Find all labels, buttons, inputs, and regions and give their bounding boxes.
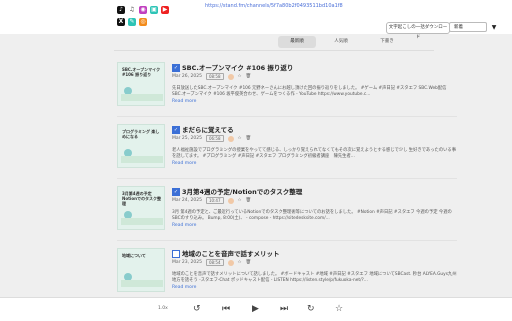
avatar-icon (227, 259, 234, 266)
read-more-link[interactable]: Read more (172, 285, 196, 290)
rss-icon[interactable]: ◎ (139, 18, 147, 26)
divider (117, 178, 457, 179)
episode-title-text[interactable]: SBC.オープンマイク #106 振り返り (182, 64, 293, 72)
episode-item: SBC.オープンマイク #106 振り返り ✓ SBC.オープンマイク #106 … (117, 62, 457, 112)
next-icon[interactable]: ⏭ (280, 303, 288, 315)
forward-icon[interactable]: ↻ (307, 303, 315, 315)
star-icon[interactable]: ☆ (335, 303, 343, 315)
checkbox-icon[interactable]: ✓ (172, 188, 180, 196)
episode-date: Mar 23, 2025 (172, 260, 202, 265)
star-icon[interactable]: ☆ (238, 260, 242, 265)
avatar-icon (227, 135, 234, 142)
read-more-link[interactable]: Read more (172, 161, 196, 166)
divider (117, 116, 457, 117)
episode-tabs: 最新順 人気順 下書き (262, 36, 412, 48)
episode-date: Mar 25, 2025 (172, 136, 202, 141)
sort-select[interactable]: 新着 (449, 22, 487, 32)
checkbox-icon[interactable]: ✓ (172, 126, 180, 134)
episode-description: 先日放送したSBC.オープンマイク #106 元野ネーさんにお越し頂けた回の振り… (172, 86, 447, 97)
channel-header: https://stand.fm/channels/5f7a80b2f04935… (0, 0, 512, 40)
star-icon[interactable]: ☆ (238, 136, 242, 141)
avatar-icon (227, 73, 234, 80)
music-icon[interactable]: ♫ (128, 6, 136, 14)
episode-thumbnail[interactable]: プログラミング 楽しめになる (117, 124, 165, 168)
youtube-icon[interactable]: ▶ (161, 6, 169, 14)
previous-icon[interactable]: ⏮ (222, 303, 230, 315)
episode-title-text[interactable]: 地域のことを音声で話すメリット (182, 250, 280, 258)
episode-description: 地域のことを音声で話すメリットについて話しました。 #ボードキャスト #地域 #… (172, 272, 457, 283)
trash-icon[interactable]: 🗑 (246, 260, 252, 265)
trash-icon[interactable]: 🗑 (246, 198, 252, 203)
thumbnail-band (121, 280, 163, 287)
episode-duration: 06:58 (205, 135, 224, 142)
audio-player: 1.0x ↺ ⏮ ▶ ⏭ ↻ ☆ (0, 297, 512, 321)
chevron-down-icon[interactable]: ▼ (489, 22, 499, 34)
episode-duration: 10:47 (205, 197, 224, 204)
episode-meta: Mar 24, 2025 10:47 ☆ 🗑 (172, 197, 251, 204)
episode-item: 地域について 地域のことを音声で話すメリット Mar 23, 2025 08:5… (117, 248, 457, 298)
episode-duration: 08:58 (205, 73, 224, 80)
episode-item: 3月第4週の予定 Notionでのタスク整理 ✓ 3月第4週の予定/Notionで… (117, 186, 457, 236)
episode-date: Mar 26, 2025 (172, 74, 202, 79)
channel-url[interactable]: https://stand.fm/channels/5f7a80b2f04935… (205, 3, 343, 9)
episode-thumbnail[interactable]: 3月第4週の予定 Notionでのタスク整理 (117, 186, 165, 230)
episode-thumbnail[interactable]: SBC.オープンマイク #106 振り返り (117, 62, 165, 106)
episode-title[interactable]: ✓ SBC.オープンマイク #106 振り返り (172, 62, 293, 72)
social-links-row1: ♪ ♫ ◉ ▣ ▶ (117, 6, 169, 14)
episode-date: Mar 24, 2025 (172, 198, 202, 203)
avatar-icon (227, 197, 234, 204)
read-more-link[interactable]: Read more (172, 223, 196, 228)
divider (114, 50, 434, 51)
trash-icon[interactable]: 🗑 (246, 136, 252, 141)
note-icon[interactable]: ✎ (128, 18, 136, 26)
episode-title[interactable]: ✓ まだらに覚えてる (172, 124, 234, 134)
episode-item: プログラミング 楽しめになる ✓ まだらに覚えてる Mar 25, 2025 06… (117, 124, 457, 174)
episode-meta: Mar 26, 2025 08:58 ☆ 🗑 (172, 73, 251, 80)
episode-duration: 08:54 (205, 259, 224, 266)
star-icon[interactable]: ☆ (238, 74, 242, 79)
episode-title-text[interactable]: 3月第4週の予定/Notionでのタスク整理 (182, 188, 302, 196)
checkbox-icon[interactable] (172, 250, 180, 258)
rewind-icon[interactable]: ↺ (193, 303, 201, 315)
thumbnail-band (121, 156, 163, 163)
episode-description: 3月 第4週の予定と、ご最近行っているNotionでのタスク整理術等についてのお… (172, 210, 452, 221)
podcast-icon[interactable]: ◉ (139, 6, 147, 14)
thumbnail-text: 3月第4週の予定 Notionでのタスク整理 (122, 191, 161, 206)
play-icon[interactable]: ▶ (252, 303, 259, 315)
tiktok-icon[interactable]: ♪ (117, 6, 125, 14)
tab-popular[interactable]: 人気順 (322, 36, 360, 48)
episode-thumbnail[interactable]: 地域について (117, 248, 165, 292)
episode-title[interactable]: 地域のことを音声で話すメリット (172, 248, 280, 258)
thumbnail-text: SBC.オープンマイク #106 振り返り (122, 67, 161, 77)
episode-meta: Mar 23, 2025 08:54 ☆ 🗑 (172, 259, 251, 266)
thumbnail-text: プログラミング 楽しめになる (122, 129, 160, 139)
bulk-download-button[interactable]: 文字起こしの一括ダウンロード (386, 22, 450, 40)
playback-speed[interactable]: 1.0x (158, 306, 168, 311)
episode-title[interactable]: ✓ 3月第4週の予定/Notionでのタスク整理 (172, 186, 302, 196)
tab-drafts[interactable]: 下書き (368, 36, 406, 48)
x-icon[interactable]: X (117, 18, 125, 26)
episode-description: 老人福祉施設でプログラミングの授業をやってて感じる、しっかり覚えられてなくてもそ… (172, 148, 457, 159)
thumbnail-text: 地域について (122, 253, 146, 258)
trash-icon[interactable]: 🗑 (246, 74, 252, 79)
app-icon[interactable]: ▣ (150, 6, 158, 14)
social-links-row2: X ✎ ◎ (117, 18, 147, 26)
thumbnail-band (121, 218, 163, 225)
tab-latest[interactable]: 最新順 (278, 36, 316, 48)
divider (117, 240, 457, 241)
episode-meta: Mar 25, 2025 06:58 ☆ 🗑 (172, 135, 251, 142)
star-icon[interactable]: ☆ (238, 198, 242, 203)
thumbnail-band (121, 94, 163, 101)
episode-title-text[interactable]: まだらに覚えてる (182, 126, 234, 134)
checkbox-icon[interactable]: ✓ (172, 64, 180, 72)
read-more-link[interactable]: Read more (172, 99, 196, 104)
